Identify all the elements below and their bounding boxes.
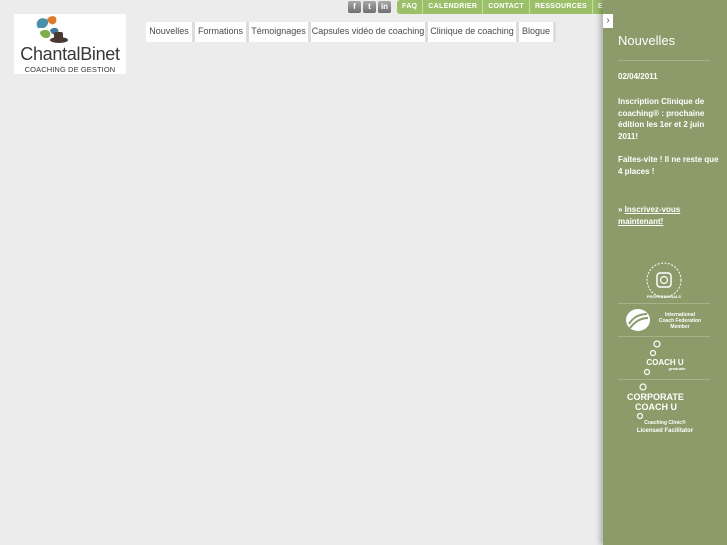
- divider: [618, 60, 710, 61]
- licensed-facilitator-caption: Licensed Facilitator: [636, 428, 694, 434]
- divider: [618, 336, 710, 337]
- top-link-faq[interactable]: FAQ: [397, 0, 424, 14]
- icf-logo-icon: [626, 309, 650, 331]
- corporate-coachu-label: CORPORATE COACH U: [627, 392, 707, 412]
- divider: [618, 379, 710, 380]
- nav-item-nouvelles[interactable]: Nouvelles: [146, 22, 195, 42]
- site-logo[interactable]: ChantalBinet COACHING DE GESTION: [14, 14, 126, 74]
- logo-brand-text: ChantalBinet: [20, 44, 120, 64]
- top-link-ressources[interactable]: RESSOURCES: [530, 0, 594, 14]
- news-date: 02/04/2011: [618, 72, 658, 81]
- news-urgency: Faites-vite ! Il ne reste que 4 places !: [618, 155, 719, 176]
- linkedin-icon[interactable]: in: [378, 1, 391, 13]
- corporate-line: COACH U: [635, 402, 677, 412]
- nav-item-clinique[interactable]: Clinique de coaching: [428, 22, 519, 42]
- nav-item-temoignages[interactable]: Témoignages: [249, 22, 311, 42]
- icf-line: Member: [670, 324, 690, 330]
- coaching-clinic-caption: Coaching Clinic®: [644, 420, 686, 426]
- sidebar-collapse-button[interactable]: ›: [603, 14, 613, 28]
- cta-prefix: »: [618, 205, 625, 214]
- nav-item-capsules-video[interactable]: Capsules vidéo de coaching: [311, 22, 428, 42]
- twitter-icon[interactable]: t: [363, 1, 376, 13]
- news-headline: Inscription Clinique de coaching® : proc…: [618, 97, 705, 141]
- news-sidebar: Nouvelles 02/04/2011 Inscription Cliniqu…: [603, 0, 727, 545]
- corporate-line: CORPORATE: [627, 392, 684, 402]
- utility-nav: FAQCALENDRIERCONTACTRESSOURCESENGLISH: [397, 0, 603, 14]
- seal-caption: PROFESSIONALS: [646, 294, 682, 299]
- logo-tagline: COACHING DE GESTION: [24, 65, 116, 74]
- icf-caption: International Coach Federation Member: [653, 312, 707, 330]
- nav-item-blogue[interactable]: Blogue: [519, 22, 556, 42]
- top-link-calendrier[interactable]: CALENDRIER: [423, 0, 484, 14]
- logo-figure-icon: [36, 16, 68, 43]
- top-link-english[interactable]: ENGLISH: [593, 0, 603, 14]
- top-link-contact[interactable]: CONTACT: [483, 0, 530, 14]
- sidebar-title: Nouvelles: [618, 33, 676, 48]
- divider: [618, 303, 710, 304]
- news-cta: » Inscrivez-vous maintenant!: [618, 204, 722, 227]
- coachu-sub: graduate: [668, 366, 686, 371]
- nav-item-formations[interactable]: Formations: [195, 22, 249, 42]
- facebook-icon[interactable]: f: [348, 1, 361, 13]
- register-link[interactable]: Inscrivez-vous maintenant!: [618, 205, 680, 226]
